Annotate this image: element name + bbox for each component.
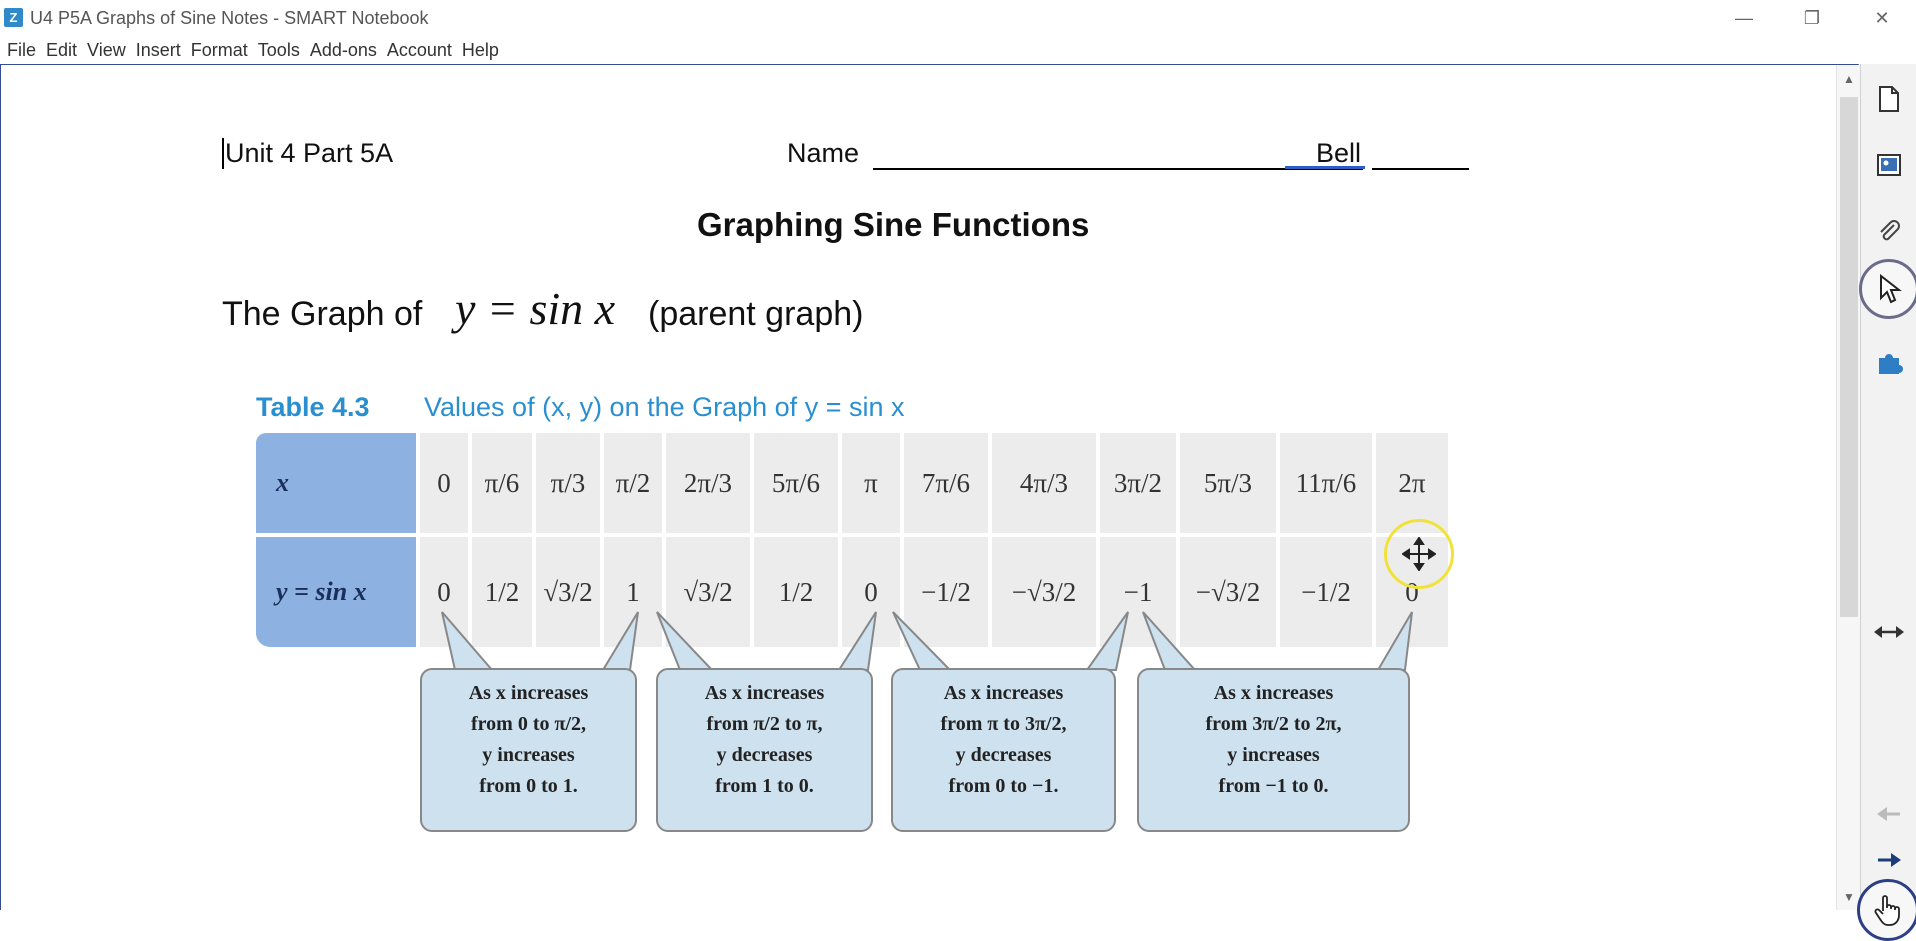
- page-sorter-button[interactable]: [1866, 76, 1912, 122]
- next-page-icon: [1878, 853, 1901, 867]
- previous-page-button[interactable]: [1866, 791, 1912, 837]
- y-value-cell: −√3/2: [992, 537, 1096, 647]
- graph-equation: y = sin x: [455, 283, 616, 334]
- move-cursor: [1384, 519, 1454, 589]
- name-underline-end: [1372, 168, 1469, 170]
- y-value-cell: 1/2: [754, 537, 838, 647]
- x-value-cell: π/6: [472, 433, 532, 533]
- smart-notebook-icon: Z: [4, 8, 23, 27]
- x-value-cell: 11π/6: [1280, 433, 1372, 533]
- x-value-cell: 5π/3: [1180, 433, 1276, 533]
- resize-arrows-icon: [1874, 626, 1904, 638]
- callout-1: As x increases from 0 to π/2, y increase…: [420, 668, 637, 832]
- y-value-cell: 0: [420, 537, 468, 647]
- y-value-cell: 1: [604, 537, 662, 647]
- menu-edit[interactable]: Edit: [41, 40, 82, 61]
- callout-3: As x increases from π to 3π/2, y decreas…: [891, 668, 1116, 832]
- table-caption: Values of (x, y) on the Graph of y = sin…: [424, 392, 905, 422]
- move-arrows-icon: [1402, 537, 1436, 571]
- x-value-cell: 2π: [1376, 433, 1448, 533]
- menu-format[interactable]: Format: [186, 40, 253, 61]
- x-value-cell: π/2: [604, 433, 662, 533]
- y-value-cell: 1/2: [472, 537, 532, 647]
- y-value-cell: −1: [1100, 537, 1176, 647]
- side-tab-bar: [1857, 64, 1916, 941]
- x-value-cell: 0: [420, 433, 468, 533]
- y-value-cell: −√3/2: [1180, 537, 1276, 647]
- x-value-cell: 5π/6: [754, 433, 838, 533]
- table-title: Table 4.3: [256, 392, 370, 422]
- menu-tools[interactable]: Tools: [253, 40, 305, 61]
- select-tool-button[interactable]: [1859, 259, 1916, 319]
- x-value-cell: 2π/3: [666, 433, 750, 533]
- y-row-header: y = sin x: [256, 537, 416, 647]
- menu-insert[interactable]: Insert: [131, 40, 186, 61]
- name-label: Name: [787, 138, 860, 168]
- menu-file[interactable]: File: [2, 40, 41, 61]
- menu-help[interactable]: Help: [457, 40, 504, 61]
- vertical-scrollbar[interactable]: ▲ ▼: [1836, 65, 1860, 910]
- gallery-icon: [1877, 154, 1901, 176]
- addons-icon: [1879, 354, 1903, 374]
- window-title: U4 P5A Graphs of Sine Notes - SMART Note…: [30, 8, 429, 28]
- callout-4: As x increases from 3π/2 to 2π, y increa…: [1137, 668, 1410, 832]
- x-value-cell: 4π/3: [992, 433, 1096, 533]
- attachments-icon: [1880, 220, 1900, 241]
- gallery-button[interactable]: [1866, 142, 1912, 188]
- hand-tool-button[interactable]: [1857, 879, 1916, 941]
- x-value-cell: π: [842, 433, 900, 533]
- x-value-cell: 3π/2: [1100, 433, 1176, 533]
- hand-tool-icon: [1874, 895, 1900, 926]
- addons-button[interactable]: [1866, 339, 1912, 385]
- menu-account[interactable]: Account: [382, 40, 457, 61]
- unit-label[interactable]: Unit 4 Part 5A: [222, 138, 393, 169]
- x-row-header: x: [256, 433, 416, 533]
- scroll-up-icon[interactable]: ▲: [1837, 69, 1861, 89]
- y-value-cell: √3/2: [536, 537, 600, 647]
- menu-addons[interactable]: Add-ons: [305, 40, 382, 61]
- title-bar: Z U4 P5A Graphs of Sine Notes - SMART No…: [0, 0, 1916, 36]
- menu-view[interactable]: View: [82, 40, 131, 61]
- callout-2: As x increases from π/2 to π, y decrease…: [656, 668, 873, 832]
- page-sorter-icon: [1879, 86, 1899, 112]
- select-tool-icon: [1880, 274, 1902, 304]
- y-value-cell: √3/2: [666, 537, 750, 647]
- minimize-button[interactable]: —: [1710, 0, 1778, 36]
- attachments-button[interactable]: [1866, 208, 1912, 254]
- previous-page-icon: [1877, 807, 1900, 821]
- graph-heading-prefix: The Graph of: [222, 295, 423, 333]
- scroll-thumb[interactable]: [1840, 97, 1858, 617]
- x-value-cell: 7π/6: [904, 433, 988, 533]
- restore-button[interactable]: ❐: [1778, 0, 1846, 36]
- page-title: Graphing Sine Functions: [697, 206, 1090, 243]
- y-value-cell: 0: [842, 537, 900, 647]
- sine-values-table[interactable]: x y = sin x 0 π/6 π/3 π/2 2π/3 5π/6 π 7π/6 4π/3 3…: [256, 433, 1460, 649]
- name-value[interactable]: Bell: [1316, 138, 1361, 169]
- x-value-cell: π/3: [536, 433, 600, 533]
- menu-bar: File Edit View Insert Format Tools Add-o…: [0, 36, 1916, 65]
- y-value-cell: −1/2: [1280, 537, 1372, 647]
- resize-tab-button[interactable]: [1866, 609, 1912, 655]
- y-value-cell: −1/2: [904, 537, 988, 647]
- graph-heading-suffix: (parent graph): [648, 295, 864, 333]
- next-page-button[interactable]: [1866, 837, 1912, 883]
- close-button[interactable]: ✕: [1848, 0, 1916, 36]
